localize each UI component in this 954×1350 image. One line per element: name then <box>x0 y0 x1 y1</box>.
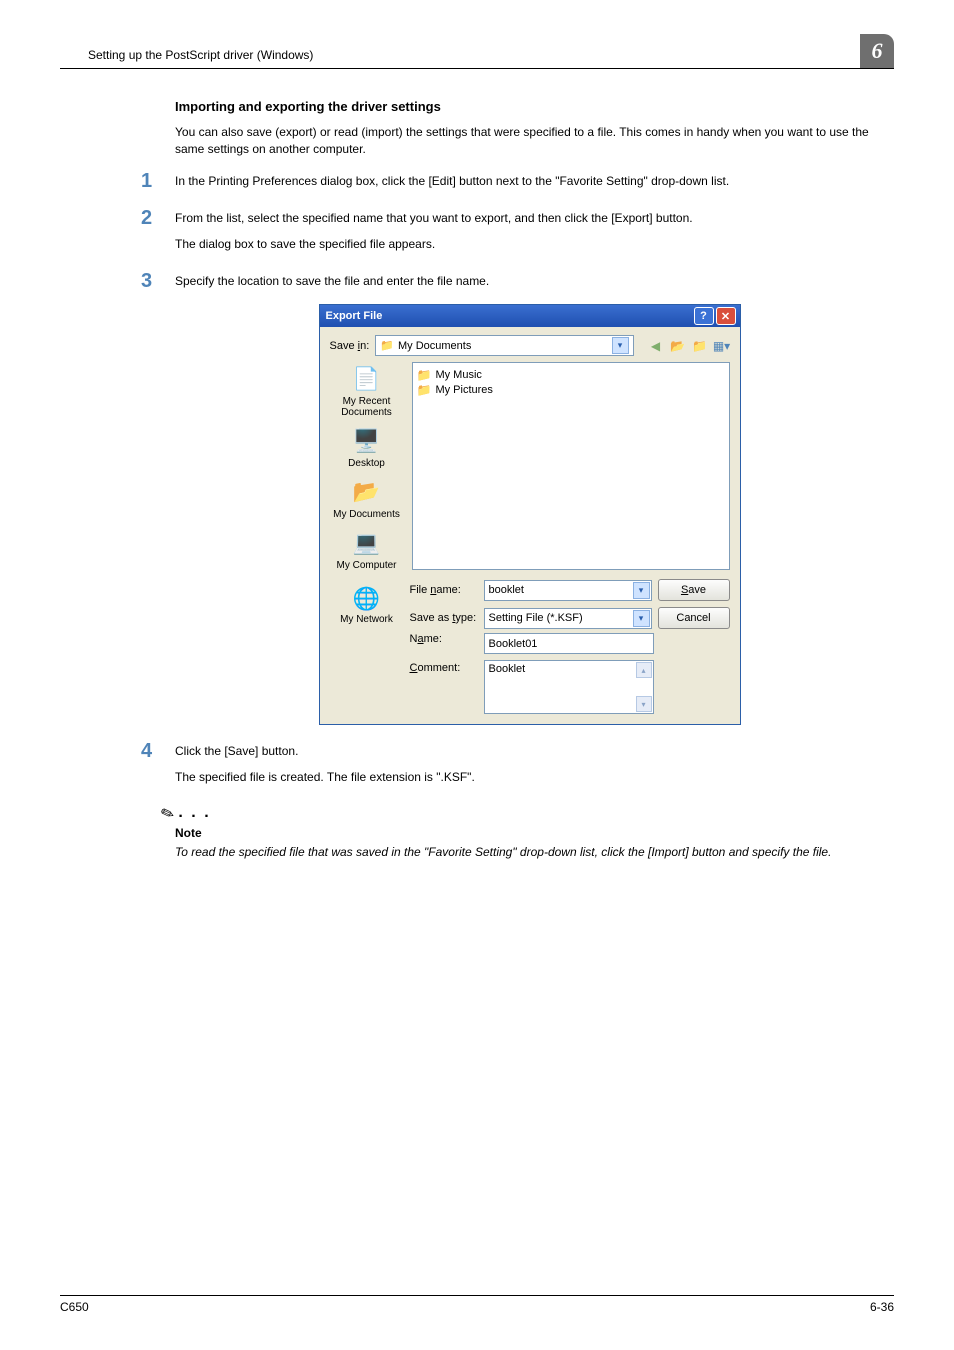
scroll-up-icon[interactable]: ▴ <box>636 662 652 678</box>
step-3-text: Specify the location to save the file an… <box>175 273 884 290</box>
export-file-dialog: Export File ? ✕ Save in: 📁 My Documents … <box>319 304 741 725</box>
comment-label: Comment: <box>410 660 478 674</box>
comment-field[interactable]: Booklet ▴ ▾ <box>484 660 654 714</box>
save-button[interactable]: Save <box>658 579 730 601</box>
desktop-icon: 🖥️ <box>351 426 383 456</box>
folder-icon: 📁 <box>380 339 394 352</box>
sidebar-item-mydocs[interactable]: 📂 My Documents <box>333 477 400 520</box>
recent-icon: 📄 <box>351 364 383 394</box>
close-button[interactable]: ✕ <box>716 307 736 325</box>
step-number-1: 1 <box>141 171 175 191</box>
dialog-title-bar: Export File ? ✕ <box>320 305 740 327</box>
filename-input[interactable]: booklet ▾ <box>484 580 652 601</box>
filename-label: File name: <box>410 584 478 596</box>
places-bar: 📄 My Recent Documents 🖥️ Desktop 📂 My Do… <box>330 362 404 571</box>
footer-left: C650 <box>60 1300 89 1314</box>
folder-icon: 📁 <box>417 383 432 397</box>
saveas-label: Save as type: <box>410 612 478 624</box>
help-button[interactable]: ? <box>694 307 714 325</box>
step-1-text: In the Printing Preferences dialog box, … <box>175 173 884 190</box>
save-in-label: Save in: <box>330 340 370 352</box>
back-icon[interactable]: ◀ <box>648 338 664 354</box>
subheading: Importing and exporting the driver setti… <box>175 99 884 114</box>
intro-paragraph: You can also save (export) or read (impo… <box>175 124 884 159</box>
up-one-level-icon[interactable]: 📂 <box>670 338 686 354</box>
saveas-dropdown[interactable]: Setting File (*.KSF) ▾ <box>484 608 652 629</box>
folder-icon: 📁 <box>417 368 432 382</box>
note-label: Note <box>175 826 884 840</box>
step-number-3: 3 <box>141 271 175 291</box>
save-in-value: My Documents <box>398 340 471 352</box>
footer-right: 6-36 <box>870 1300 894 1314</box>
chapter-badge: 6 <box>860 34 894 68</box>
note-dots: . . . <box>178 804 210 822</box>
name-field[interactable]: Booklet01 <box>484 633 654 654</box>
sidebar-item-desktop[interactable]: 🖥️ Desktop <box>348 426 385 469</box>
running-title: Setting up the PostScript driver (Window… <box>88 48 313 62</box>
step-number-2: 2 <box>141 208 175 228</box>
list-item[interactable]: 📁My Pictures <box>417 382 725 397</box>
step-number-4: 4 <box>141 741 175 761</box>
sidebar-item-network[interactable]: 🌐 My Network <box>330 584 404 625</box>
new-folder-icon[interactable]: 📁 <box>692 338 708 354</box>
list-item[interactable]: 📁My Music <box>417 367 725 382</box>
scroll-down-icon[interactable]: ▾ <box>636 696 652 712</box>
sidebar-item-recent[interactable]: 📄 My Recent Documents <box>330 364 404 418</box>
name-label: Name: <box>410 633 478 645</box>
mydocs-icon: 📂 <box>351 477 383 507</box>
chevron-down-icon[interactable]: ▾ <box>633 582 650 599</box>
views-icon[interactable]: ▦▾ <box>714 338 730 354</box>
step-2-text-b: The dialog box to save the specified fil… <box>175 236 884 253</box>
file-list[interactable]: 📁My Music 📁My Pictures <box>412 362 730 570</box>
note-text: To read the specified file that was save… <box>175 844 884 861</box>
network-icon: 🌐 <box>351 584 383 614</box>
chapter-number: 6 <box>872 38 883 64</box>
save-in-dropdown[interactable]: 📁 My Documents ▾ <box>375 335 633 356</box>
sidebar-item-mycomputer[interactable]: 💻 My Computer <box>336 528 396 571</box>
mycomputer-icon: 💻 <box>350 528 382 558</box>
chevron-down-icon[interactable]: ▾ <box>633 610 650 627</box>
dialog-title: Export File <box>326 310 383 322</box>
cancel-button[interactable]: Cancel <box>658 607 730 629</box>
chevron-down-icon[interactable]: ▾ <box>612 337 629 354</box>
note-icon: ✎ <box>158 802 177 825</box>
step-4-text-a: Click the [Save] button. <box>175 743 884 760</box>
step-2-text-a: From the list, select the specified name… <box>175 210 884 227</box>
step-4-text-b: The specified file is created. The file … <box>175 769 884 786</box>
